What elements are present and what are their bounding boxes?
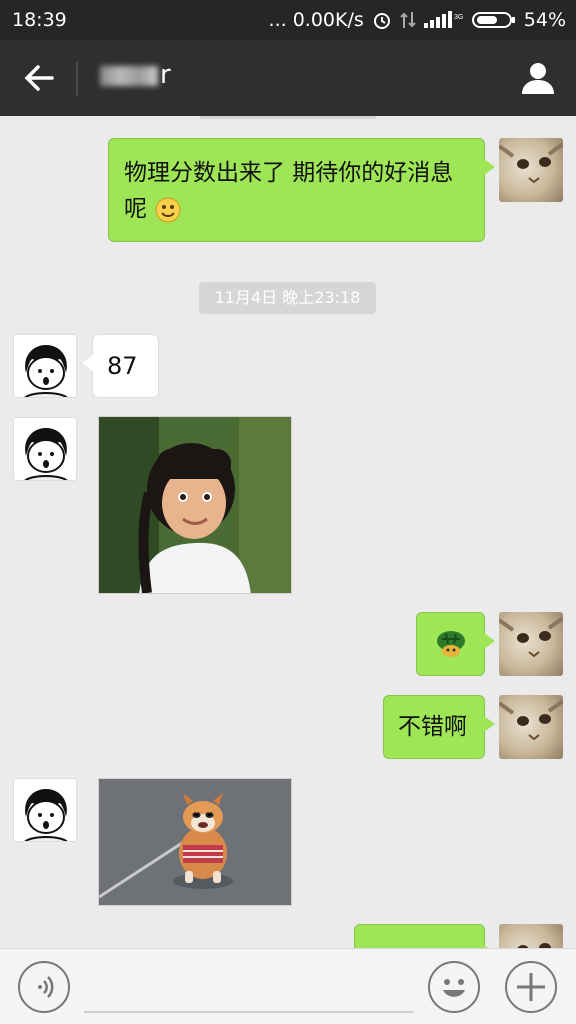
image-message-dog[interactable]	[98, 778, 292, 906]
chat-area[interactable]: 物理分数出来了 期待你的好消息呢 11月4日 晚上23:18 87 不错啊	[0, 116, 576, 948]
message-bubble-incoming[interactable]: 87	[82, 334, 159, 398]
smile-emoji-icon	[155, 197, 181, 222]
message-text: 87	[107, 352, 138, 380]
my-avatar[interactable]	[499, 924, 563, 948]
message-text: 不错啊	[398, 714, 467, 740]
dog-photo	[99, 779, 291, 905]
girl-avatar-image	[24, 428, 68, 480]
message-timestamp: 11月4日 晚上23:18	[199, 282, 376, 314]
input-bar	[0, 948, 576, 1024]
title-bar: r	[0, 40, 576, 116]
girl-photo	[99, 417, 291, 593]
battery-icon	[471, 12, 515, 28]
message-bubble-outgoing[interactable]: 物理分数出来了 期待你的好消息呢	[108, 138, 495, 242]
signal-icon: 3G	[423, 11, 463, 28]
profile-icon[interactable]	[520, 60, 556, 96]
friend-avatar[interactable]	[13, 334, 77, 398]
svg-text:3G: 3G	[454, 14, 463, 21]
battery-percent: 54%	[523, 9, 566, 31]
voice-button[interactable]	[18, 961, 70, 1013]
status-right: ... 0.00K/s 3G 54%	[269, 9, 566, 31]
cat-avatar-image	[499, 699, 563, 741]
emoji-icon	[443, 979, 465, 997]
message-input-underline[interactable]	[84, 1011, 414, 1013]
add-icon	[517, 973, 545, 1001]
message-bubble-outgoing[interactable]: 不错啊	[383, 695, 495, 759]
cat-avatar-image	[517, 943, 551, 948]
title-divider	[76, 62, 78, 96]
girl-avatar-image	[24, 789, 68, 841]
my-avatar[interactable]	[499, 695, 563, 759]
girl-avatar-image	[24, 345, 68, 397]
cat-avatar-image	[499, 616, 563, 658]
status-bar: 18:39 ... 0.00K/s 3G 54%	[0, 0, 576, 40]
back-arrow-icon[interactable]	[22, 60, 56, 96]
voice-icon	[38, 976, 54, 998]
data-transfer-icon	[400, 12, 416, 28]
image-message-girl[interactable]	[98, 416, 292, 594]
blurred-name	[100, 65, 158, 86]
message-bubble-outgoing-emoji[interactable]	[416, 612, 495, 676]
status-time: 18:39	[12, 9, 67, 31]
emoji-button[interactable]	[428, 961, 480, 1013]
friend-avatar[interactable]	[13, 417, 77, 481]
friend-avatar[interactable]	[13, 778, 77, 842]
contact-name-text: r	[160, 60, 171, 90]
contact-name: r	[100, 60, 171, 90]
cat-avatar-image	[499, 142, 563, 184]
turtle-emoji-icon	[437, 631, 465, 657]
message-bubble-outgoing-partial[interactable]	[354, 924, 495, 948]
my-avatar[interactable]	[499, 138, 563, 202]
add-button[interactable]	[505, 961, 557, 1013]
my-avatar[interactable]	[499, 612, 563, 676]
alarm-icon	[373, 13, 390, 29]
network-speed: ... 0.00K/s	[268, 9, 364, 31]
chat-top-fade	[200, 116, 376, 119]
